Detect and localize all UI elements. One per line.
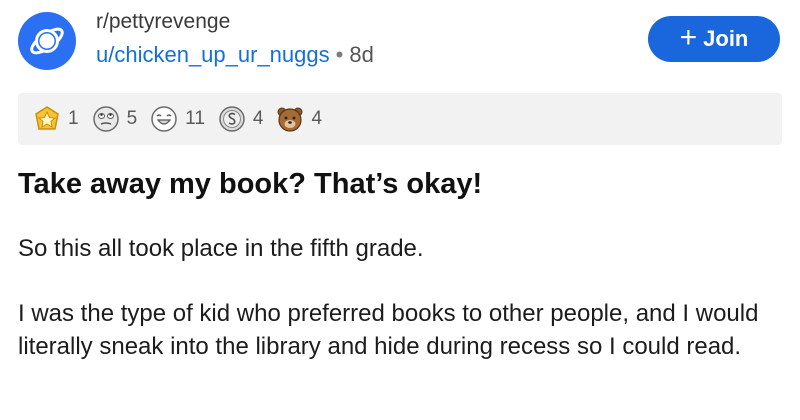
author-line: u/chicken_up_ur_nuggs • 8d — [96, 40, 374, 70]
award-item[interactable]: 1 — [32, 104, 79, 134]
eye-roll-award-icon — [91, 104, 121, 134]
awards-bar[interactable]: 1 5 11 4 4 — [18, 93, 782, 145]
author-username[interactable]: u/chicken_up_ur_nuggs — [96, 42, 330, 67]
post-body-paragraph: So this all took place in the fifth grad… — [18, 235, 424, 262]
award-item[interactable]: 5 — [91, 104, 138, 134]
post-body-paragraph: I was the type of kid who preferred book… — [18, 300, 759, 360]
award-count: 4 — [311, 108, 323, 129]
award-item[interactable]: 4 — [217, 104, 264, 134]
award-item[interactable]: 4 — [275, 104, 322, 134]
award-count: 11 — [185, 108, 205, 129]
star-award-icon — [32, 104, 62, 134]
bear-award-icon — [275, 104, 305, 134]
award-count: 4 — [252, 108, 264, 129]
post-title[interactable]: Take away my book? That’s okay! — [18, 168, 482, 201]
silver-coin-award-icon — [217, 104, 247, 134]
award-item[interactable]: 11 — [149, 104, 205, 134]
post-header: r/pettyrevenge u/chicken_up_ur_nuggs • 8d … — [0, 0, 800, 88]
award-count: 1 — [68, 108, 79, 129]
award-count: 5 — [126, 108, 138, 129]
subreddit-avatar[interactable] — [18, 12, 76, 70]
laughing-face-award-icon — [149, 104, 179, 134]
join-button[interactable]: + Join — [648, 16, 780, 62]
post-age: 8d — [349, 42, 374, 67]
plus-icon: + — [679, 20, 698, 54]
meta-separator: • — [335, 42, 344, 67]
join-button-label: Join — [703, 26, 749, 51]
planet-icon — [30, 27, 64, 55]
post-meta: r/pettyrevenge u/chicken_up_ur_nuggs • 8d — [96, 8, 374, 70]
subreddit-name[interactable]: r/pettyrevenge — [96, 8, 374, 36]
